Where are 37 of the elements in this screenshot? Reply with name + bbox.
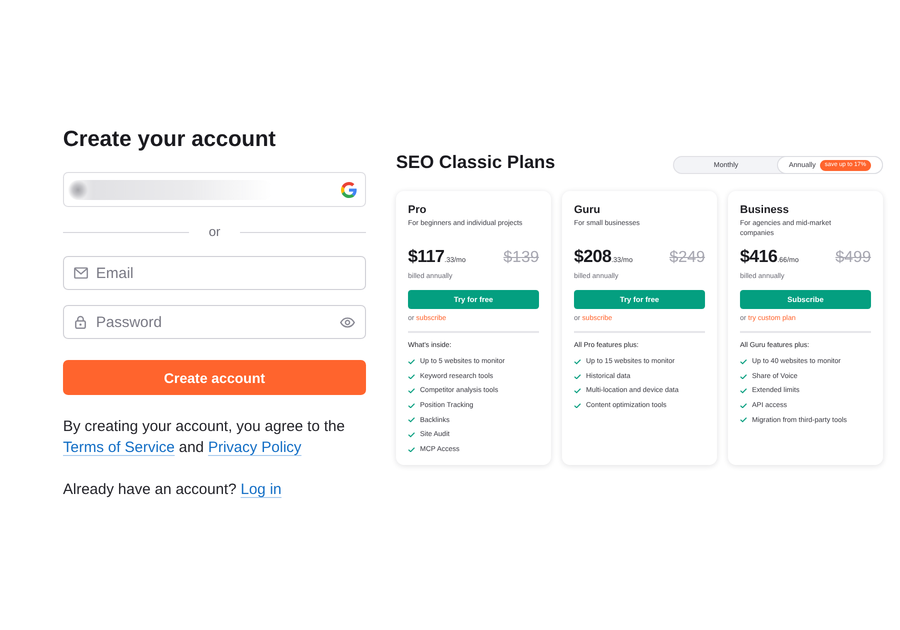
old-price: $499	[835, 248, 871, 268]
check-icon	[408, 388, 415, 394]
check-icon	[408, 374, 415, 380]
check-icon	[408, 432, 415, 438]
check-icon	[740, 374, 747, 380]
terms-agreement-text: By creating your account, you agree to the Terms of Service and Privacy Policy	[63, 417, 346, 458]
check-icon	[408, 402, 415, 408]
check-icon	[574, 402, 581, 408]
check-icon	[408, 446, 415, 452]
mail-icon	[74, 267, 88, 279]
plan-name: Pro	[408, 203, 426, 217]
divider-text: or	[208, 224, 220, 240]
show-password-icon[interactable]	[340, 316, 355, 328]
log-in-link[interactable]: Log in	[240, 481, 282, 498]
password-field[interactable]: Password	[63, 305, 366, 339]
page-title: Create your account	[63, 126, 276, 152]
email-field[interactable]: Email	[63, 256, 366, 290]
create-account-button[interactable]: Create account	[63, 360, 366, 395]
plans-title: SEO Classic Plans	[396, 151, 556, 173]
check-icon	[740, 388, 747, 394]
old-price: $249	[669, 248, 705, 268]
check-icon	[408, 417, 415, 423]
terms-of-service-link[interactable]: Terms of Service	[63, 439, 175, 456]
check-icon	[574, 374, 581, 380]
plan-name: Business	[740, 203, 789, 217]
check-icon	[408, 359, 415, 365]
check-icon	[574, 359, 581, 365]
login-prompt-text: Already have an account? Log in	[63, 480, 282, 500]
check-icon	[740, 402, 747, 408]
privacy-policy-link[interactable]: Privacy Policy	[208, 439, 302, 456]
old-price: $139	[503, 248, 539, 268]
check-icon	[740, 359, 747, 365]
plan-name: Guru	[574, 203, 600, 217]
google-icon	[341, 182, 357, 198]
check-icon	[740, 417, 747, 423]
check-icon	[574, 388, 581, 394]
lock-icon	[75, 315, 86, 329]
